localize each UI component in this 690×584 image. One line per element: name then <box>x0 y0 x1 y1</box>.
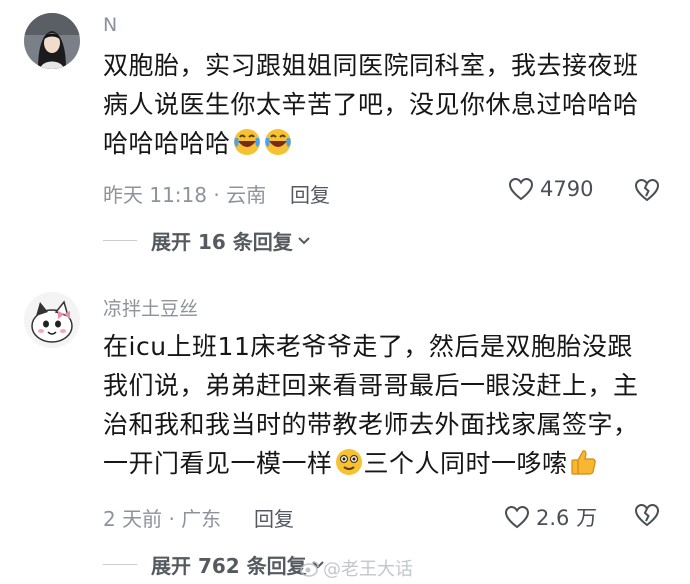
thumbs-up-emoji <box>569 447 599 488</box>
reply-button[interactable]: 回复 <box>290 179 330 208</box>
heart-icon <box>508 177 534 201</box>
comment-body-tail: 三个人同时一哆嗦 <box>363 449 568 478</box>
comment-body: 双胞胎，实习跟姐姐同医院同科室，我去接夜班病人说医生你太辛苦了吧，没见你休息过哈… <box>103 51 639 158</box>
like-count: 4790 <box>540 177 594 201</box>
expand-replies-button[interactable]: 展开 16 条回复 <box>103 226 311 255</box>
reply-button[interactable]: 回复 <box>254 503 294 532</box>
avatar[interactable] <box>24 13 80 69</box>
expand-replies-button[interactable]: 展开 762 条回复 <box>103 550 325 579</box>
cartoon-cat-avatar-icon <box>24 292 80 348</box>
expand-replies-label: 展开 762 条回复 <box>151 554 307 578</box>
broken-heart-icon <box>634 178 660 202</box>
weibo-logo-icon <box>300 561 319 577</box>
watermark-text: @老王大话 <box>323 559 413 580</box>
like-count: 2.6 万 <box>536 506 598 530</box>
shocked-emoji <box>334 447 364 488</box>
like-button[interactable]: 4790 <box>508 177 593 201</box>
heart-icon <box>504 505 530 529</box>
username[interactable]: 凉拌土豆丝 <box>103 294 198 321</box>
username[interactable]: N <box>103 14 117 36</box>
timestamp-location: 昨天 11:18 · 云南 <box>103 183 267 207</box>
expand-replies-label: 展开 16 条回复 <box>151 230 293 254</box>
divider-line <box>103 564 137 565</box>
watermark: @老王大话 <box>300 555 413 581</box>
laughing-crying-emoji <box>232 127 262 168</box>
timestamp-location: 2 天前 · 广东 <box>103 507 222 531</box>
like-button[interactable]: 2.6 万 <box>504 502 597 532</box>
divider-line <box>103 240 137 241</box>
chevron-down-icon <box>298 236 310 244</box>
comment-text: 双胞胎，实习跟姐姐同医院同科室，我去接夜班病人说医生你太辛苦了吧，没见你休息过哈… <box>103 46 663 168</box>
comment-text: 在icu上班11床老爷爷走了，然后是双胞胎没跟我们说，弟弟赶回来看哥哥最后一眼没… <box>103 327 651 488</box>
dislike-button[interactable] <box>634 503 660 531</box>
avatar[interactable] <box>24 292 80 348</box>
laughing-crying-emoji <box>263 127 293 168</box>
dislike-button[interactable] <box>634 178 660 206</box>
broken-heart-icon <box>634 503 660 527</box>
user-avatar-icon <box>24 13 80 69</box>
